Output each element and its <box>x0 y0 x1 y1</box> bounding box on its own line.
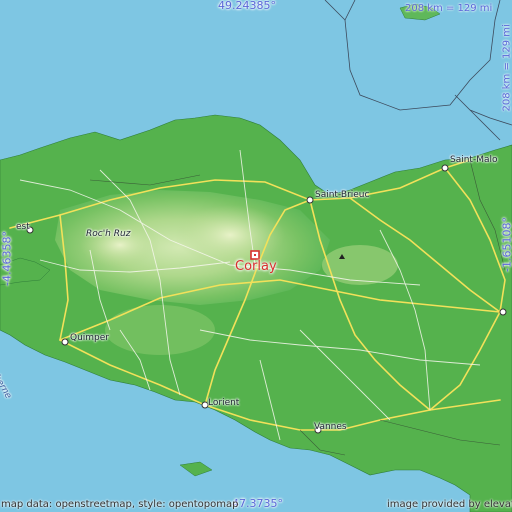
scale-horizontal: 208 km = 129 mi <box>405 3 493 14</box>
coord-south: 47.3735° <box>232 497 283 510</box>
hills-central <box>175 205 285 265</box>
coord-west: -4.46358° <box>0 231 14 286</box>
coord-north: 49.24385° <box>218 0 276 12</box>
map-attribution: map data: openstreetmap, style: opentopo… <box>1 499 239 510</box>
map-terrain <box>0 0 512 512</box>
city-brest-fragment: est <box>16 222 30 232</box>
map-canvas[interactable]: 49.24385° 47.3735° -4.46358° -1.65108° 2… <box>0 0 512 512</box>
place-roch-ruz: Roc'h Ruz <box>86 229 131 239</box>
highlight-place-label[interactable]: Corlay <box>235 259 277 274</box>
city-lorient: Lorient <box>208 398 240 408</box>
lowland-south <box>105 305 215 355</box>
city-saint-malo: Saint-Malo <box>450 155 498 165</box>
city-vannes: Vannes <box>314 422 347 432</box>
city-saint-brieuc: Saint-Brieuc <box>315 190 370 200</box>
image-credit: image provided by elevation.city <box>387 499 512 510</box>
scale-vertical: 208 km = 129 mi <box>501 24 512 112</box>
coord-east: -1.65108° <box>500 217 512 272</box>
city-quimper: Quimper <box>70 333 110 343</box>
highlight-marker-center <box>254 254 256 256</box>
